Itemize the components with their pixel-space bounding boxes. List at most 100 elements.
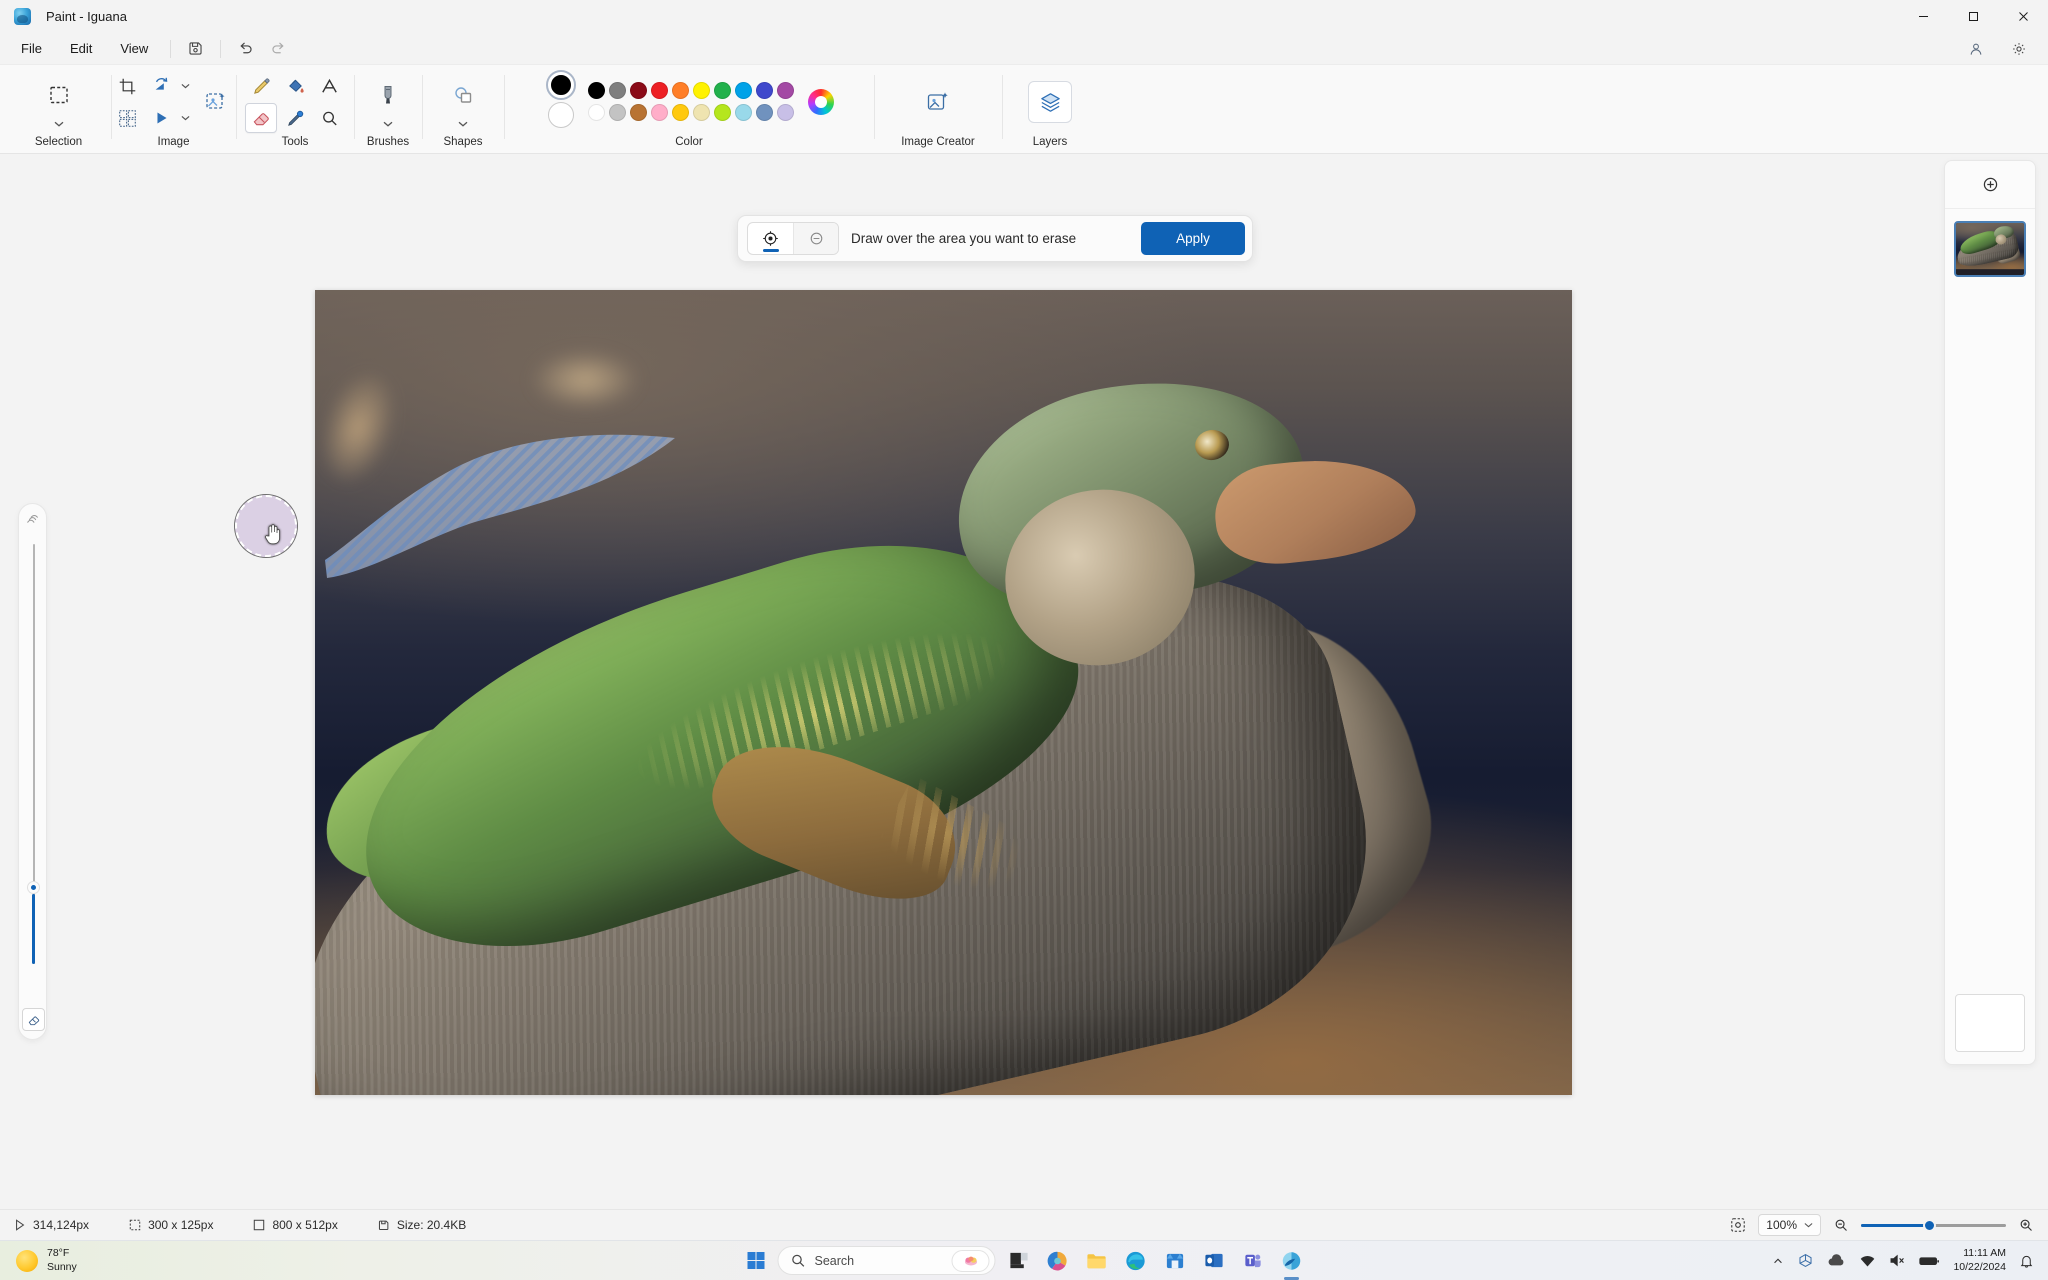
- zoom-out-icon[interactable]: [1833, 1217, 1849, 1233]
- taskbar-clock[interactable]: 11:11 AM 10/22/2024: [1953, 1247, 2006, 1273]
- color-swatch-r2-c7[interactable]: [714, 103, 731, 121]
- resize-skew-tool[interactable]: [146, 71, 178, 101]
- layer-2-thumbnail[interactable]: [1955, 994, 2025, 1052]
- taskbar-app-task-view[interactable]: [1003, 1245, 1035, 1277]
- show-hidden-icons-icon[interactable]: [1772, 1255, 1784, 1267]
- secondary-color-swatch[interactable]: [548, 102, 574, 128]
- color-swatch-r1-c9[interactable]: [756, 81, 773, 99]
- fit-to-window-icon[interactable]: [1730, 1217, 1746, 1233]
- text-tool[interactable]: [313, 71, 345, 101]
- primary-color-swatch[interactable]: [546, 70, 576, 100]
- zoom-slider-fill: [1861, 1223, 1928, 1227]
- chevron-down-icon: [1804, 1223, 1813, 1228]
- image-canvas[interactable]: [235, 290, 1572, 1095]
- color-swatch-r2-c2[interactable]: [609, 103, 626, 121]
- generative-fill-tool[interactable]: [196, 82, 236, 122]
- color-swatch-r2-c6[interactable]: [693, 103, 710, 121]
- ribbon-label-brushes: Brushes: [366, 136, 410, 148]
- color-swatch-r1-c1[interactable]: [588, 81, 605, 99]
- onedrive-icon[interactable]: [1797, 1252, 1814, 1269]
- layer-1-thumbnail[interactable]: [1954, 221, 2026, 277]
- color-picker-tool[interactable]: [279, 103, 311, 133]
- erase-mode-toggle: [747, 222, 839, 255]
- color-swatch-r2-c8[interactable]: [735, 103, 752, 121]
- status-cursor-position-value: 314,124px: [33, 1218, 90, 1232]
- crop-tool[interactable]: [112, 71, 144, 101]
- layers-button[interactable]: [1028, 81, 1072, 123]
- color-swatch-r2-c9[interactable]: [756, 103, 773, 121]
- notification-bell-icon[interactable]: [2019, 1253, 2034, 1269]
- menu-divider-1: [170, 39, 172, 58]
- minimize-button[interactable]: [1898, 0, 1948, 33]
- color-swatch-r1-c6[interactable]: [693, 81, 710, 99]
- color-swatch-r1-c10[interactable]: [777, 81, 794, 99]
- color-swatch-r2-c3[interactable]: [630, 103, 647, 121]
- taskbar-app-copilot[interactable]: [1042, 1245, 1074, 1277]
- eraser-tool[interactable]: [245, 103, 277, 133]
- taskbar-app-teams[interactable]: [1237, 1245, 1269, 1277]
- zoom-level-select[interactable]: 100%: [1758, 1214, 1821, 1236]
- subtract-from-selection-icon[interactable]: [793, 223, 838, 254]
- rotate-dropdown[interactable]: [178, 103, 194, 133]
- brushes-dropdown[interactable]: [380, 116, 396, 132]
- undo-icon[interactable]: [230, 36, 261, 62]
- rotate-flip-tool[interactable]: [146, 103, 178, 133]
- status-file-size: Size: 20.4KB: [378, 1218, 466, 1232]
- color-swatch-r1-c7[interactable]: [714, 81, 731, 99]
- volume-muted-icon[interactable]: [1889, 1253, 1906, 1268]
- color-swatch-r2-c10[interactable]: [777, 103, 794, 121]
- taskbar-app-store[interactable]: [1159, 1245, 1191, 1277]
- image-creator-button[interactable]: [917, 81, 959, 123]
- color-swatch-r1-c5[interactable]: [672, 81, 689, 99]
- status-cursor-position: 314,124px: [14, 1218, 89, 1232]
- taskbar-app-paint[interactable]: [1276, 1245, 1308, 1277]
- rectangle-select-tool[interactable]: [39, 75, 79, 115]
- brush-size-slider-thumb[interactable]: [28, 882, 39, 893]
- remove-background-tool[interactable]: [112, 103, 144, 133]
- zoom-slider-thumb[interactable]: [1923, 1218, 1937, 1232]
- add-to-selection-icon[interactable]: [748, 223, 793, 254]
- account-icon[interactable]: [1960, 36, 1991, 62]
- color-wheel-icon[interactable]: [808, 89, 834, 115]
- copilot-icon[interactable]: [951, 1249, 990, 1272]
- zoom-in-icon[interactable]: [2018, 1217, 2034, 1233]
- eraser-reset-icon[interactable]: [22, 1008, 45, 1031]
- resize-dropdown[interactable]: [178, 71, 194, 101]
- settings-gear-icon[interactable]: [2003, 36, 2034, 62]
- color-swatch-r1-c3[interactable]: [630, 81, 647, 99]
- shapes-dropdown[interactable]: [455, 116, 471, 132]
- color-swatch-r1-c8[interactable]: [735, 81, 752, 99]
- shapes-tool[interactable]: [443, 75, 483, 115]
- zoom-slider[interactable]: [1861, 1218, 2006, 1232]
- maximize-button[interactable]: [1948, 0, 1998, 33]
- menu-edit[interactable]: Edit: [57, 37, 105, 60]
- cloud-icon[interactable]: [1827, 1253, 1846, 1268]
- pencil-tool[interactable]: [245, 71, 277, 101]
- taskbar-app-edge[interactable]: [1120, 1245, 1152, 1277]
- color-swatch-r1-c4[interactable]: [651, 81, 668, 99]
- menu-file[interactable]: File: [8, 37, 55, 60]
- fill-bucket-tool[interactable]: [279, 71, 311, 101]
- add-layer-icon[interactable]: [1977, 172, 2003, 198]
- close-button[interactable]: [1998, 0, 2048, 33]
- brushes-tool[interactable]: [368, 75, 408, 115]
- color-swatch-r2-c4[interactable]: [651, 103, 668, 121]
- taskbar-weather-widget[interactable]: 78°F Sunny: [16, 1247, 77, 1273]
- color-swatch-r2-c5[interactable]: [672, 103, 689, 121]
- color-swatch-r1-c2[interactable]: [609, 81, 626, 99]
- network-icon[interactable]: [1859, 1254, 1876, 1268]
- color-swatch-r2-c1[interactable]: [588, 103, 605, 121]
- magnifier-tool[interactable]: [313, 103, 345, 133]
- battery-icon[interactable]: [1919, 1255, 1940, 1267]
- taskbar-search[interactable]: Search: [777, 1246, 996, 1275]
- redo-icon[interactable]: [263, 36, 294, 62]
- ribbon-group-color: Color: [504, 65, 874, 153]
- taskbar-app-outlook[interactable]: [1198, 1245, 1230, 1277]
- apply-button[interactable]: Apply: [1141, 222, 1245, 255]
- menu-view[interactable]: View: [107, 37, 161, 60]
- start-button[interactable]: [741, 1246, 771, 1276]
- selection-dropdown[interactable]: [51, 116, 67, 132]
- taskbar-app-file-explorer[interactable]: [1081, 1245, 1113, 1277]
- save-icon[interactable]: [180, 36, 211, 62]
- titlebar-right-tools: [1960, 33, 2034, 64]
